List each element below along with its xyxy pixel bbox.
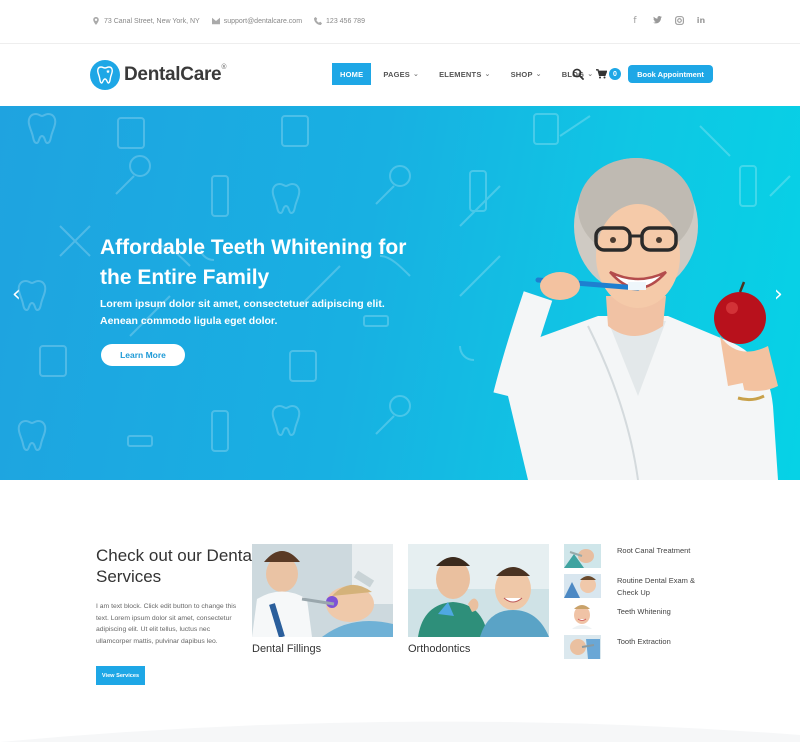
logo-text: DentalCare® (124, 64, 226, 86)
main-header: DentalCare® HOME PAGES ⌄ ELEMENTS ⌄ SHOP ⌄ … (0, 44, 800, 106)
chevron-down-icon: ⌄ (413, 71, 420, 78)
learn-more-button[interactable]: Learn More (101, 344, 185, 366)
facebook-icon[interactable]: f (630, 16, 640, 28)
cart-icon (596, 69, 607, 79)
phone-text[interactable]: 123 456 789 (326, 18, 365, 25)
social-links: f in (630, 16, 706, 28)
hero-title: Affordable Teeth Whitening for the Entir… (100, 236, 407, 289)
search-icon[interactable] (572, 68, 584, 80)
map-pin-icon (93, 17, 99, 25)
logo-name: DentalCare (124, 64, 222, 85)
main-nav: HOME PAGES ⌄ ELEMENTS ⌄ SHOP ⌄ BLOG ⌄ (332, 63, 605, 85)
service-card-orthodontics[interactable]: Orthodontics (408, 544, 549, 655)
nav-pages[interactable]: PAGES ⌄ (375, 63, 427, 85)
email-item[interactable]: support@dentalcare.com (211, 17, 302, 25)
nav-home-label: HOME (340, 69, 364, 79)
cart-count-badge: 0 (609, 68, 621, 80)
routine-exam-label[interactable]: Routine Dental Exam & Check Up (617, 574, 712, 599)
phone-icon (314, 17, 323, 25)
tooth-extraction-thumbnail[interactable] (564, 635, 601, 659)
nav-shop[interactable]: SHOP ⌄ (503, 63, 550, 85)
list-item[interactable]: Tooth Extraction (564, 635, 724, 659)
view-services-button[interactable]: View Services (96, 666, 145, 685)
book-appointment-button[interactable]: Book Appointment (628, 65, 713, 83)
dental-fillings-image[interactable] (252, 544, 393, 637)
slider-next-arrow-icon[interactable]: › (774, 282, 783, 307)
instagram-icon[interactable] (674, 16, 684, 28)
contact-info: 73 Canal Street, New York, NY support@de… (92, 17, 365, 25)
root-canal-label[interactable]: Root Canal Treatment (617, 544, 712, 557)
chevron-down-icon: ⌄ (587, 71, 594, 78)
services-heading: Check out our Dental Services (96, 546, 256, 586)
hero-slider: Affordable Teeth Whitening for the Entir… (0, 106, 800, 480)
address-item: 73 Canal Street, New York, NY (92, 17, 200, 25)
phone-item[interactable]: 123 456 789 (314, 17, 365, 25)
site-logo[interactable]: DentalCare® (90, 60, 226, 90)
list-item[interactable]: Routine Dental Exam & Check Up (564, 574, 724, 599)
logo-registered-mark: ® (221, 64, 227, 71)
nav-pages-label: PAGES (383, 69, 411, 79)
chevron-down-icon: ⌄ (535, 71, 542, 78)
twitter-icon[interactable] (652, 16, 662, 28)
orthodontics-caption[interactable]: Orthodontics (408, 643, 549, 655)
chevron-down-icon: ⌄ (484, 71, 491, 78)
service-card-dental-fillings[interactable]: Dental Fillings (252, 544, 393, 655)
list-item[interactable]: Root Canal Treatment (564, 544, 724, 568)
nav-shop-label: SHOP (510, 69, 533, 79)
orthodontics-image[interactable] (408, 544, 549, 637)
section-divider-curve (0, 721, 800, 742)
slider-prev-arrow-icon[interactable]: ‹ (12, 282, 21, 307)
dental-fillings-caption[interactable]: Dental Fillings (252, 643, 393, 655)
teeth-whitening-label[interactable]: Teeth Whitening (617, 605, 712, 618)
services-list: Root Canal Treatment Routine Dental Exam… (564, 544, 724, 665)
tooth-logo-icon (90, 60, 120, 90)
root-canal-thumbnail[interactable] (564, 544, 601, 568)
services-description: I am text block. Click edit button to ch… (96, 603, 237, 645)
cart-button[interactable]: 0 (596, 68, 621, 80)
address-text: 73 Canal Street, New York, NY (104, 17, 200, 25)
nav-home[interactable]: HOME (332, 63, 372, 85)
hero-subtitle: Lorem ipsum dolor sit amet, consectetuer… (100, 298, 385, 327)
routine-exam-thumbnail[interactable] (564, 574, 601, 598)
tooth-extraction-label[interactable]: Tooth Extraction (617, 635, 712, 648)
teeth-whitening-thumbnail[interactable] (564, 605, 601, 629)
nav-elements[interactable]: ELEMENTS ⌄ (431, 63, 499, 85)
email-text[interactable]: support@dentalcare.com (224, 18, 302, 25)
nav-elements-label: ELEMENTS (439, 69, 482, 79)
list-item[interactable]: Teeth Whitening (564, 605, 724, 629)
smiling-woman-with-toothbrush-image (493, 158, 778, 480)
top-contact-bar: 73 Canal Street, New York, NY support@de… (0, 0, 800, 44)
envelope-icon (211, 17, 220, 25)
linkedin-icon[interactable]: in (696, 16, 706, 28)
